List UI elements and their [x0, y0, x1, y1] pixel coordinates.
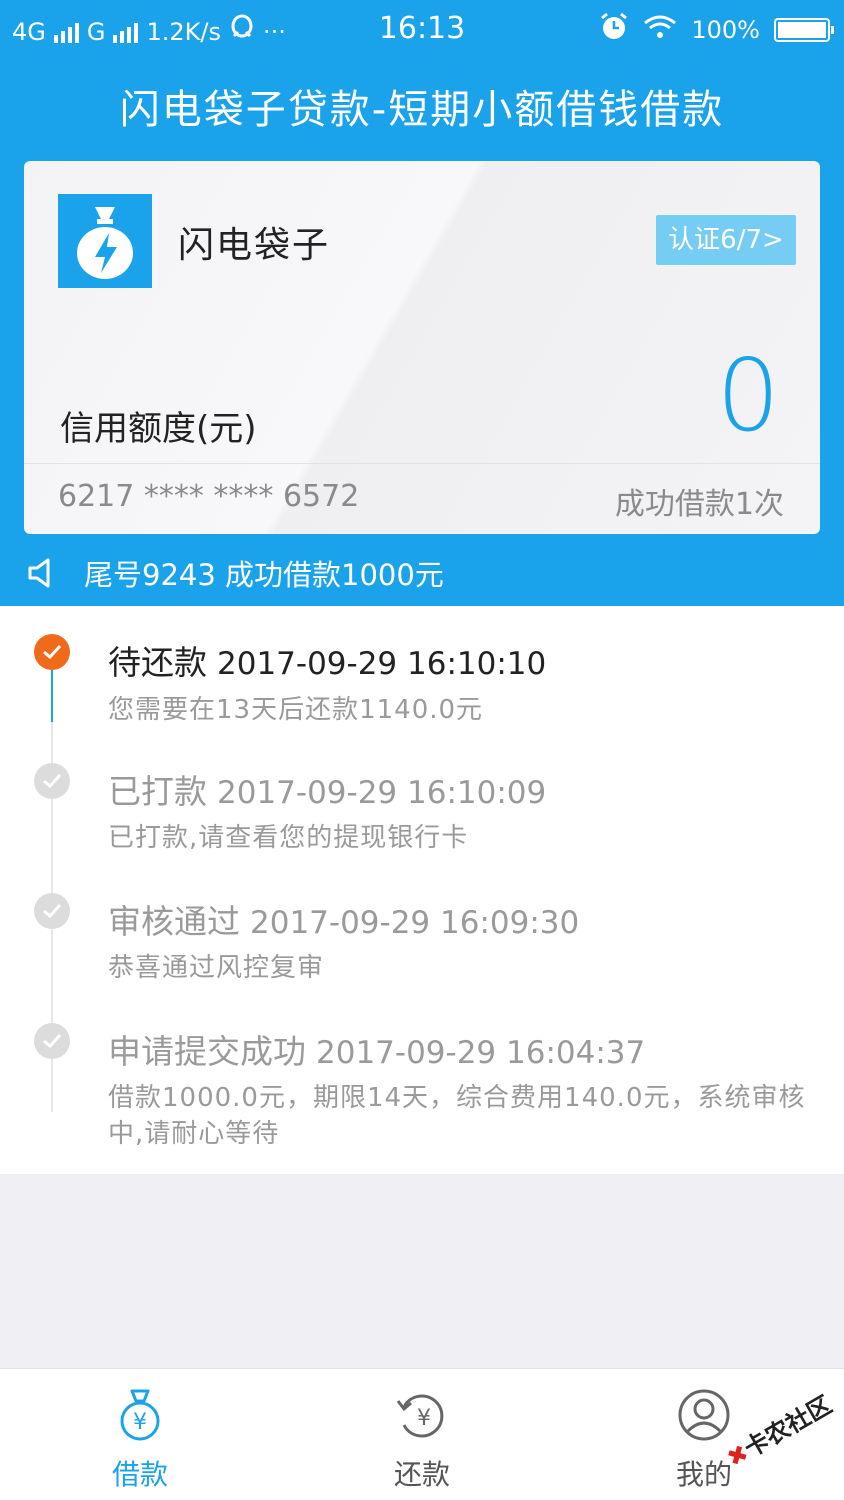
check-icon [34, 634, 70, 670]
speaker-icon [26, 556, 60, 590]
timeline-status: 申请提交成功 [108, 1032, 306, 1071]
money-bag-yen-icon: ¥ [112, 1387, 168, 1443]
timeline-time: 2017-09-29 16:10:10 [217, 646, 547, 682]
timeline-time: 2017-09-29 16:10:09 [217, 775, 547, 811]
timeline-status: 审核通过 [108, 902, 240, 941]
notice-bar: 尾号9243 成功借款1000元 [0, 540, 844, 606]
timeline-time: 2017-09-29 16:04:37 [316, 1035, 646, 1071]
nav-label: 我的 [675, 1458, 732, 1491]
brand-name: 闪电袋子 [178, 225, 331, 266]
alarm-icon [599, 12, 629, 48]
timeline-status: 已打款 [108, 772, 207, 811]
nav-label: 还款 [393, 1458, 450, 1491]
check-icon [34, 763, 70, 799]
battery-icon [774, 18, 834, 42]
timeline-desc: 您需要在13天后还款1140.0元 [108, 695, 484, 725]
bottom-nav: ¥ 借款 ¥ 还款 我的 [0, 1368, 844, 1500]
bank-card-number: 6217 **** **** 6572 [58, 479, 360, 514]
repay-yen-icon: ¥ [394, 1387, 450, 1443]
timeline-desc: 已打款,请查看您的提现银行卡 [108, 823, 469, 853]
nav-tab-borrow[interactable]: ¥ 借款 [40, 1369, 240, 1500]
borrow-count: 成功借款1次 [614, 487, 784, 522]
svg-text:¥: ¥ [133, 1410, 147, 1435]
battery-percent: 100% [691, 16, 760, 44]
divider [24, 463, 820, 464]
notice-text: 尾号9243 成功借款1000元 [84, 558, 444, 592]
verify-progress-button[interactable]: 认证6/7> [656, 215, 796, 265]
timeline-desc: 恭喜通过风控复审 [108, 953, 325, 983]
timeline-status: 待还款 [108, 643, 207, 682]
loan-status-timeline: 待还款 2017-09-29 16:10:10 您需要在13天后还款1140.0元… [0, 606, 844, 1174]
app-logo-icon [58, 194, 152, 288]
status-bar: 4G G 1.2K/s ··· 16:13 100% [0, 0, 844, 60]
timeline-desc: 借款1000.0元，期限14天，综合费用140.0元，系统审核中,请耐心等待 [108, 1083, 806, 1149]
wifi-icon [643, 14, 677, 46]
timeline-time: 2017-09-29 16:09:30 [250, 905, 580, 941]
svg-text:¥: ¥ [417, 1406, 431, 1431]
credit-limit-value: 0 [716, 337, 780, 454]
page-title: 闪电袋子贷款-短期小额借钱借款 [119, 87, 725, 133]
user-icon [676, 1387, 732, 1443]
credit-card-panel: 闪电袋子 认证6/7> 信用额度(元) 0 6217 **** **** 657… [24, 161, 820, 534]
check-icon [34, 1023, 70, 1059]
nav-label: 借款 [111, 1458, 168, 1491]
check-icon [34, 893, 70, 929]
credit-limit-label: 信用额度(元) [60, 409, 257, 449]
nav-tab-repay[interactable]: ¥ 还款 [322, 1369, 522, 1500]
header-area: 4G G 1.2K/s ··· 16:13 100% 闪电袋子贷款-短期小额借钱… [0, 0, 844, 606]
